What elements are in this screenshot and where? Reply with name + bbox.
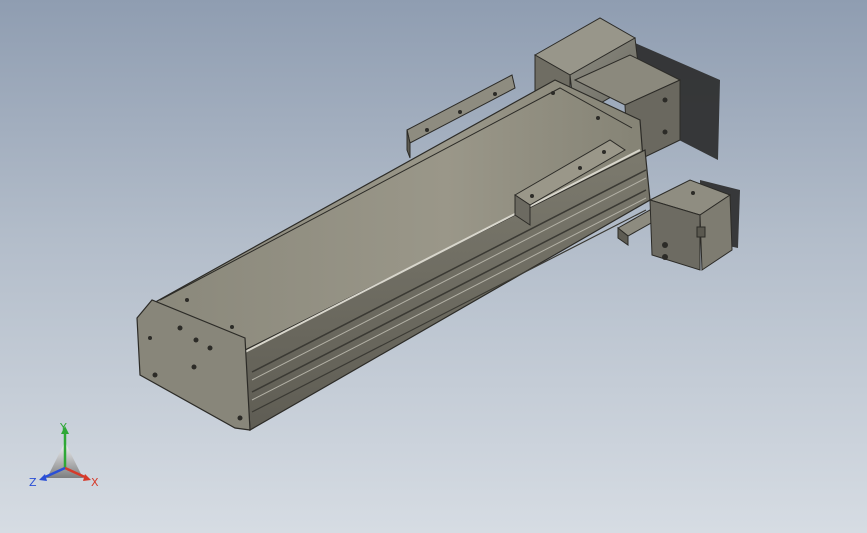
x-axis-label: X bbox=[91, 476, 99, 489]
linear-actuator-model[interactable] bbox=[0, 0, 867, 533]
z-axis-label: Z bbox=[29, 476, 37, 489]
3d-viewport[interactable]: Y X Z bbox=[0, 0, 867, 533]
z-axis-head bbox=[39, 474, 47, 481]
y-axis-label: Y bbox=[59, 421, 67, 434]
x-axis-head bbox=[83, 474, 91, 481]
axis-triad: Y X Z bbox=[29, 421, 99, 489]
actuator-body[interactable] bbox=[136, 79, 651, 432]
